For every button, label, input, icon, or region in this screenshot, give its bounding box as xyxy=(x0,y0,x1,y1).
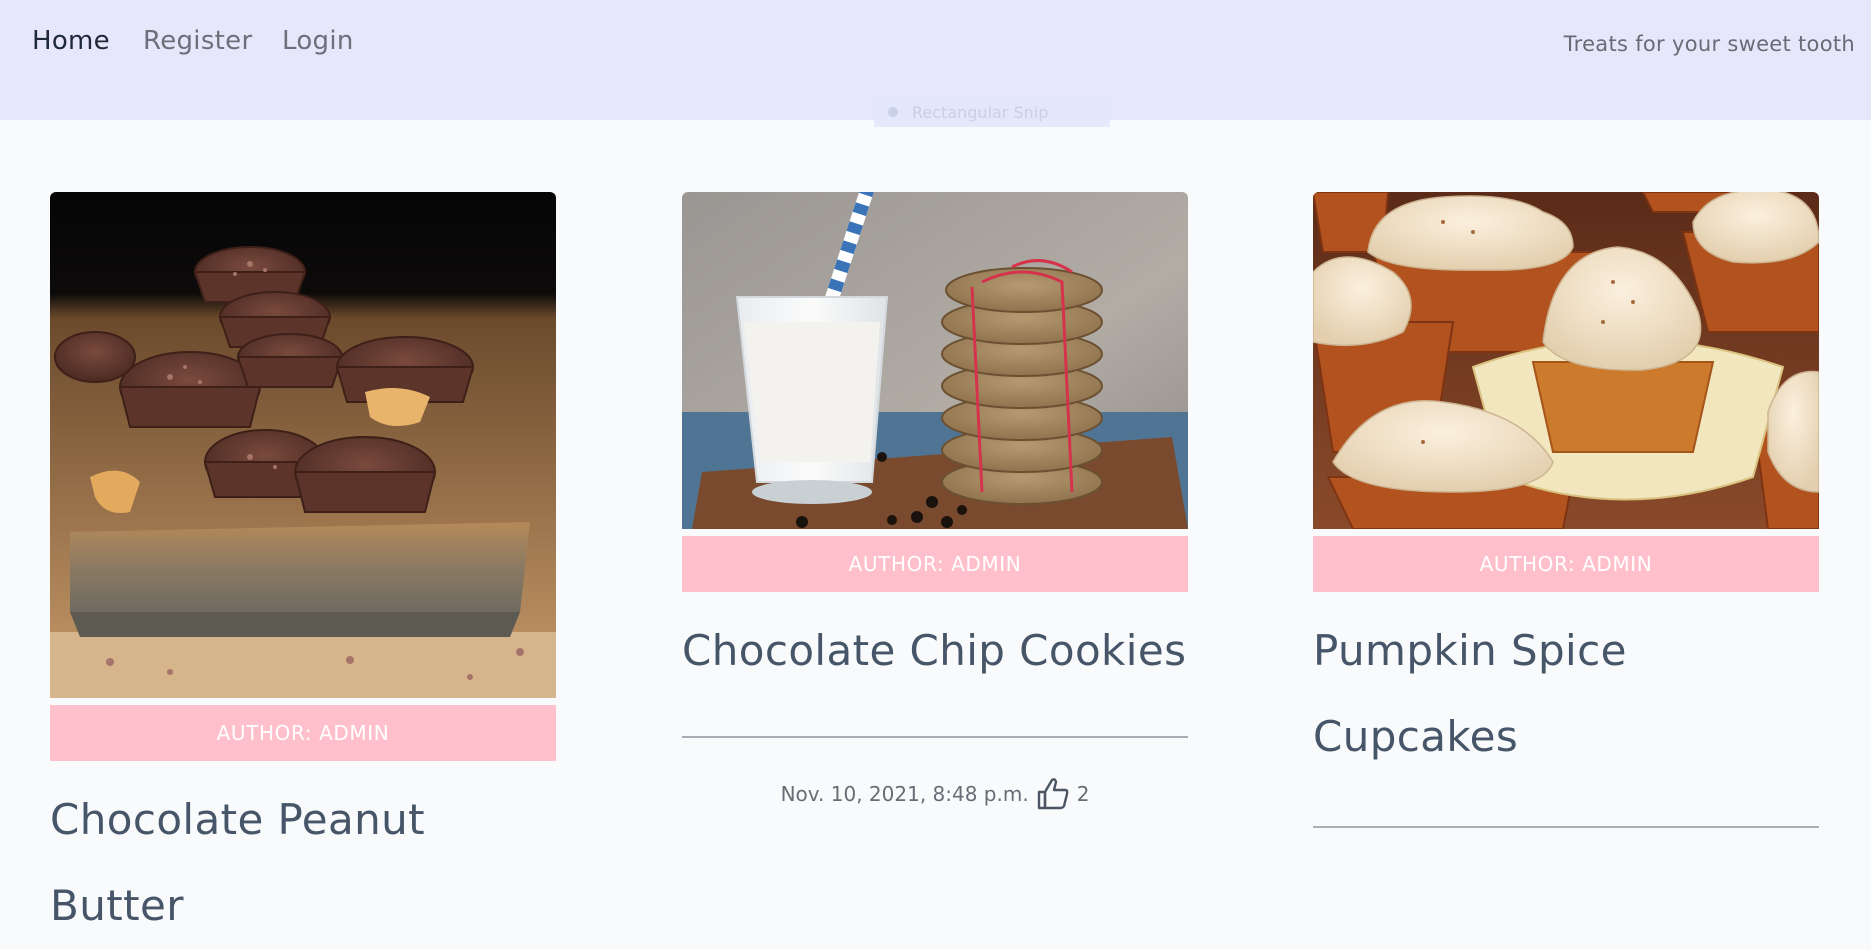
post-image-cookies-milk[interactable] xyxy=(682,192,1188,529)
site-tagline: Treats for your sweet tooth xyxy=(1563,32,1855,56)
post-author: AUTHOR: ADMIN xyxy=(1313,536,1819,592)
snip-label: Rectangular Snip xyxy=(912,102,1049,122)
post-image-pumpkin-cupcakes[interactable] xyxy=(1313,192,1819,529)
snip-icon xyxy=(888,107,898,117)
post-title[interactable]: Chocolate Chip Cookies xyxy=(682,608,1188,694)
post-meta: Nov. 10, 2021, 8:48 p.m. 2 xyxy=(682,776,1188,812)
nav-link-register[interactable]: Register xyxy=(143,26,252,56)
post-author: AUTHOR: ADMIN xyxy=(50,705,556,761)
post-author: AUTHOR: ADMIN xyxy=(682,536,1188,592)
post-card-cookies[interactable]: AUTHOR: ADMIN Chocolate Chip Cookies Nov… xyxy=(682,192,1188,812)
card-divider xyxy=(682,736,1188,738)
post-date: Nov. 10, 2021, 8:48 p.m. xyxy=(780,782,1029,806)
post-image-peanut-butter-cups[interactable] xyxy=(50,192,556,698)
post-card-peanut-butter[interactable]: AUTHOR: ADMIN Chocolate Peanut Butter xyxy=(50,192,556,949)
nav-link-login[interactable]: Login xyxy=(282,26,354,56)
card-divider xyxy=(1313,826,1819,828)
post-title[interactable]: Pumpkin Spice Cupcakes xyxy=(1313,608,1819,780)
snip-overlay: Rectangular Snip xyxy=(874,97,1110,127)
nav-link-home[interactable]: Home xyxy=(32,26,110,56)
post-card-pumpkin-cupcakes[interactable]: AUTHOR: ADMIN Pumpkin Spice Cupcakes xyxy=(1313,192,1819,828)
post-title-line-2: Cupcakes xyxy=(1313,712,1519,761)
post-title[interactable]: Chocolate Peanut Butter xyxy=(50,777,556,949)
thumbs-up-icon[interactable] xyxy=(1035,776,1071,812)
like-count: 2 xyxy=(1076,782,1090,806)
post-title-line-1: Pumpkin Spice xyxy=(1313,626,1627,675)
